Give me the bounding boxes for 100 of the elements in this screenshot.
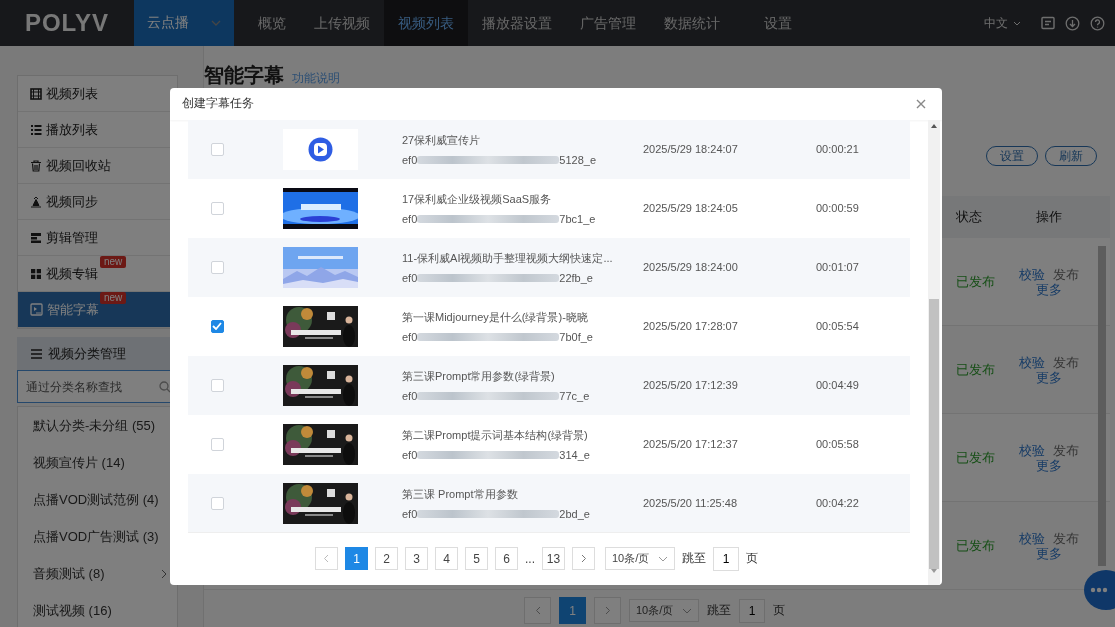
page-size-select[interactable]: 10条/页	[629, 599, 699, 622]
checkbox[interactable]	[210, 319, 224, 333]
video-id-start: ef0	[402, 448, 418, 461]
table-row[interactable]: 第一课Midjourney是什么(绿背景)-晓晓 ef0 7b0f_e 2025/5/20 17:28:07 00:05:54	[188, 296, 910, 356]
page-button[interactable]: 13	[542, 547, 565, 571]
video-id-end: 7b0f_e	[559, 330, 593, 343]
action-link[interactable]: 校验	[1019, 442, 1045, 458]
video-id-start: ef0	[402, 389, 418, 402]
category-title: 视频分类管理	[48, 344, 126, 363]
new-badge: new	[100, 292, 127, 304]
action-link[interactable]: 校验	[1019, 354, 1045, 370]
video-title: 第三课 Prompt常用参数	[402, 486, 519, 502]
video-id-start: ef0	[402, 153, 418, 166]
video-id-end: 2bd_e	[559, 507, 590, 520]
category-item[interactable]: 音频测试 (8)	[18, 555, 177, 592]
nav-tab[interactable]: 设置	[734, 0, 806, 46]
nav-tab[interactable]: 概览	[234, 0, 300, 46]
chevron-right-icon	[161, 568, 167, 579]
action-link[interactable]: 更多	[1036, 457, 1062, 473]
video-title: 17保利威企业级视频SaaS服务	[402, 191, 553, 207]
nav-tab[interactable]: 数据统计	[650, 0, 734, 46]
scrollbar[interactable]	[1098, 246, 1106, 566]
close-icon[interactable]	[916, 98, 926, 109]
date-text: 2025/5/29 18:24:07	[643, 143, 738, 156]
caret-icon	[682, 607, 692, 614]
video-id-start: ef0	[402, 271, 418, 284]
duration-text: 00:00:21	[816, 143, 859, 156]
duration-text: 00:05:54	[816, 320, 859, 333]
table-row[interactable]: 17保利威企业级视频SaaS服务 ef0 7bc1_e 2025/5/29 18:24:05 00:00:59	[188, 178, 910, 238]
column-header: 操作	[1035, 208, 1063, 226]
sidebar-label: 剪辑管理	[46, 228, 98, 247]
grid-icon	[30, 267, 42, 280]
page-size-select[interactable]: 10条/页	[605, 547, 675, 571]
action-link[interactable]: 更多	[1036, 369, 1062, 385]
table-row[interactable]: 11-保利威AI视频助手整理视频大纲快速定... ef0 22fb_e 2025/5/29 18:24:00 00:01:07	[188, 237, 910, 297]
video-title: 11-保利威AI视频助手整理视频大纲快速定...	[402, 250, 614, 266]
video-id-end: 5128_e	[559, 153, 596, 166]
page-button[interactable]: 2	[375, 547, 398, 571]
help-icon[interactable]	[1090, 15, 1105, 31]
menu-icon	[31, 348, 42, 359]
product-dropdown[interactable]: 云点播	[134, 0, 234, 46]
sidebar-label: 视频同步	[46, 192, 98, 211]
category-item[interactable]: 测试视频 (16)	[18, 592, 177, 627]
date-text: 2025/5/20 17:28:07	[643, 320, 738, 333]
video-title: 27保利威宣传片	[402, 132, 482, 148]
table-row[interactable]: 第二课Prompt提示词基本结构(绿背景) ef0 314_e 2025/5/20 17:12:37 00:05:58	[188, 414, 910, 474]
table-row[interactable]: 第三课 Prompt常用参数 ef0 2bd_e 2025/5/20 11:25:48 00:04:22	[188, 473, 910, 533]
download-icon[interactable]	[1065, 15, 1080, 31]
column-header: 状态	[955, 208, 983, 226]
previous-page-button[interactable]	[524, 597, 551, 624]
bars-icon	[30, 231, 42, 244]
search-icon	[159, 381, 171, 393]
chevron-right-icon	[580, 554, 587, 564]
page-button[interactable]: 1	[345, 547, 368, 571]
outline-button[interactable]: 刷新	[1045, 146, 1097, 166]
date-text: 2025/5/20 17:12:37	[643, 438, 738, 451]
nav-tab[interactable]: 视频列表	[384, 0, 468, 46]
status-text: 已发布	[956, 449, 995, 465]
chevron-left-icon	[323, 554, 330, 564]
video-id-end: 7bc1_e	[559, 212, 596, 225]
language-dropdown[interactable]: 中文	[978, 13, 1027, 33]
scrollbar[interactable]	[928, 119, 940, 585]
page-input[interactable]: 1	[713, 546, 739, 571]
video-id-end: 77c_e	[559, 389, 590, 402]
action-link[interactable]: 校验	[1019, 530, 1045, 546]
status-text: 已发布	[956, 273, 995, 289]
table-row[interactable]: 27保利威宣传片 ef0 5128_e 2025/5/29 18:24:07 00:00:21	[188, 119, 910, 179]
previous-page-button[interactable]	[315, 547, 338, 571]
caret-icon	[211, 20, 221, 26]
date-text: 2025/5/20 11:25:48	[643, 497, 737, 510]
duration-text: 00:04:22	[816, 497, 859, 510]
page-button[interactable]: 3	[405, 547, 428, 571]
video-title: 第三课Prompt常用参数(绿背景)	[402, 368, 556, 384]
duration-text: 00:01:07	[816, 261, 859, 274]
nav-tab[interactable]: 播放器设置	[468, 0, 566, 46]
trash-icon	[30, 159, 42, 172]
list-icon	[30, 123, 42, 136]
action-link[interactable]: 更多	[1036, 281, 1062, 297]
outline-button[interactable]: 设置	[986, 146, 1038, 166]
page-button[interactable]: 4	[435, 547, 458, 571]
film-icon	[30, 87, 42, 100]
duration-text: 00:04:49	[816, 379, 859, 392]
page-button[interactable]: 6	[495, 547, 518, 571]
page-button[interactable]: 1	[559, 597, 586, 624]
document-icon[interactable]	[1041, 16, 1055, 30]
nav-tab[interactable]: 广告管理	[566, 0, 650, 46]
page-button[interactable]: 5	[465, 547, 488, 571]
page-unit-label: 页	[773, 602, 785, 619]
table-row[interactable]: 第三课Prompt常用参数(绿背景) ef0 77c_e 2025/5/20 17:12:39 00:04:49	[188, 355, 910, 415]
page-unit-label: 页	[746, 550, 758, 568]
page-input[interactable]: 1	[739, 598, 765, 623]
sidebar-label: 视频回收站	[46, 156, 111, 175]
jump-label: 跳至	[682, 550, 706, 568]
caret-icon	[1013, 20, 1021, 26]
next-page-button[interactable]	[572, 547, 595, 571]
scroll-up-icon	[931, 123, 937, 128]
date-text: 2025/5/29 18:24:05	[643, 202, 738, 215]
next-page-button[interactable]	[594, 597, 621, 624]
action-link[interactable]: 更多	[1036, 545, 1062, 561]
action-link[interactable]: 校验	[1019, 266, 1045, 282]
